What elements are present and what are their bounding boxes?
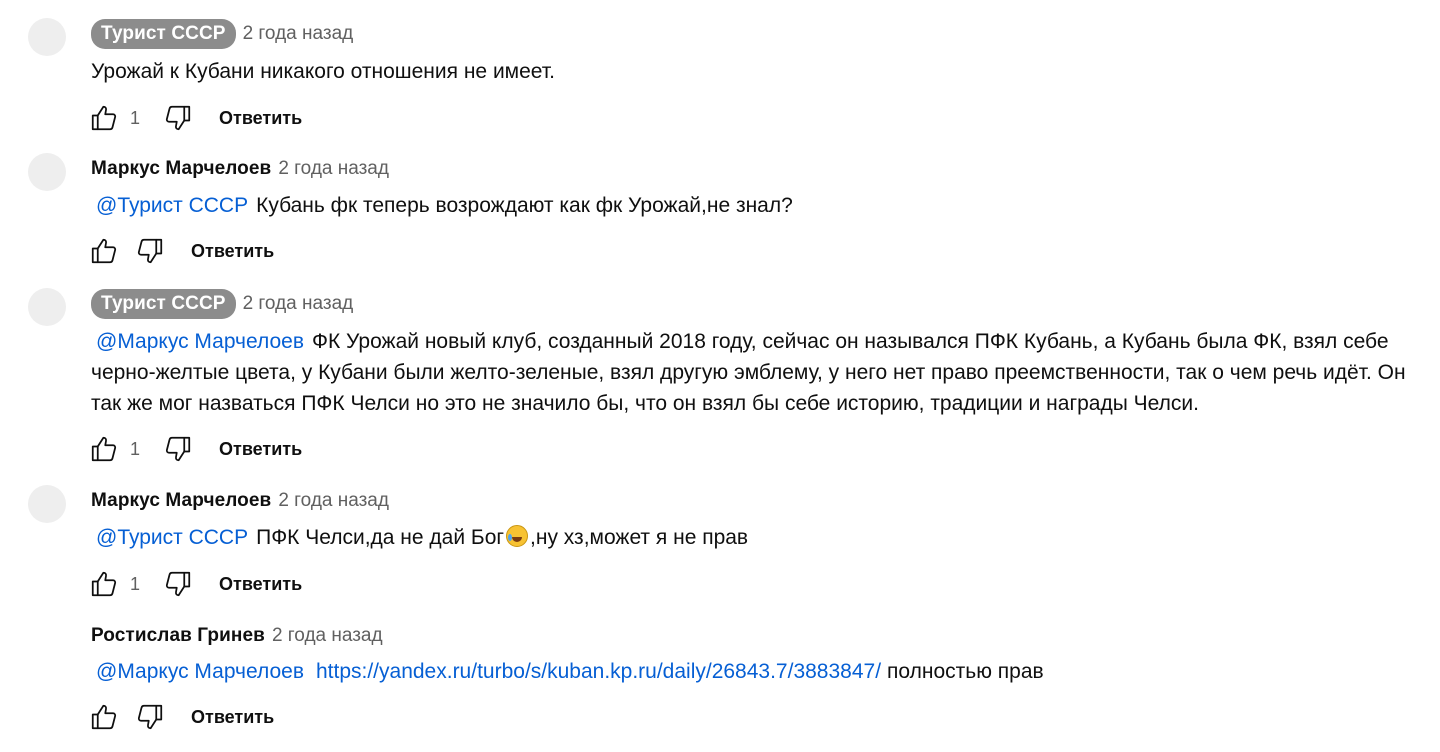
comment-header: Турист СССР 2 года назад	[91, 288, 353, 320]
comment-header: Маркус Марчелоев 2 года назад	[91, 485, 389, 517]
author-badge[interactable]: Турист СССР	[91, 289, 236, 319]
comment-time[interactable]: 2 года назад	[243, 293, 354, 315]
thumb-up-icon	[91, 105, 117, 131]
thumb-down-icon	[165, 436, 191, 462]
comment-text: @Турист СССР ПФК Челси,да не дай Бог ,ну х…	[91, 522, 1431, 553]
dislike-button[interactable]	[162, 568, 194, 600]
avatar[interactable]	[28, 288, 66, 326]
dislike-button[interactable]	[162, 102, 194, 134]
comment-header: Ростислав Гринев 2 года назад	[91, 620, 383, 652]
thumb-up-icon	[91, 238, 117, 264]
author-name[interactable]: Ростислав Гринев	[91, 625, 265, 647]
dislike-button[interactable]	[134, 235, 166, 267]
thumb-down-icon	[137, 238, 163, 264]
url-link[interactable]: https://yandex.ru/turbo/s/kuban.kp.ru/da…	[316, 660, 881, 683]
thumb-up-icon	[91, 436, 117, 462]
author-name[interactable]: Маркус Марчелоев	[91, 158, 271, 180]
comment-actions: 1 Ответить	[88, 566, 302, 602]
comment-body-end: ,ну хз,может я не прав	[530, 526, 749, 549]
thumb-up-icon	[91, 571, 117, 597]
avatar[interactable]	[28, 18, 66, 56]
comment-body: Кубань фк теперь возрождают как фк Урожа…	[256, 194, 793, 217]
like-button[interactable]	[88, 568, 120, 600]
mention-link[interactable]: @Турист СССР	[96, 526, 248, 549]
comment-actions: Ответить	[88, 233, 274, 269]
reply-button[interactable]: Ответить	[191, 707, 274, 728]
comment-time[interactable]: 2 года назад	[278, 158, 389, 180]
thumb-down-icon	[137, 704, 163, 730]
like-button[interactable]	[88, 433, 120, 465]
comment-header: Турист СССР 2 года назад	[91, 18, 353, 50]
comment-actions: 1 Ответить	[88, 431, 302, 467]
comment-text: @Маркус Марчелоев ФК Урожай новый клуб, с…	[91, 326, 1431, 419]
tears-of-joy-emoji-icon	[506, 525, 529, 547]
reply-button[interactable]: Ответить	[191, 241, 274, 262]
comment-body-start: ПФК Челси,да не дай Бог	[256, 526, 505, 549]
reply-button[interactable]: Ответить	[219, 108, 302, 129]
mention-link[interactable]: @Маркус Марчелоев	[96, 330, 304, 353]
dislike-button[interactable]	[162, 433, 194, 465]
comment-time[interactable]: 2 года назад	[243, 23, 354, 45]
dislike-button[interactable]	[134, 701, 166, 733]
like-count: 1	[130, 438, 141, 459]
reply-button[interactable]: Ответить	[219, 439, 302, 460]
comment-actions: Ответить	[88, 699, 274, 735]
like-count: 1	[130, 107, 141, 128]
author-badge[interactable]: Турист СССР	[91, 19, 236, 49]
avatar[interactable]	[28, 153, 66, 191]
thumb-up-icon	[91, 704, 117, 730]
comment-text: @Турист СССР Кубань фк теперь возрождают …	[91, 190, 1431, 221]
comment-time[interactable]: 2 года назад	[272, 625, 383, 647]
comment-body: Урожай к Кубани никакого отношения не им…	[91, 60, 555, 83]
comment-header: Маркус Марчелоев 2 года назад	[91, 153, 389, 185]
thumb-down-icon	[165, 105, 191, 131]
like-button[interactable]	[88, 102, 120, 134]
comment-thread: Турист СССР 2 года назад Урожай к Кубани…	[0, 0, 1440, 752]
mention-link[interactable]: @Турист СССР	[96, 194, 248, 217]
like-button[interactable]	[88, 701, 120, 733]
comment-body: полностью прав	[887, 660, 1044, 683]
comment-text: Урожай к Кубани никакого отношения не им…	[91, 56, 1431, 87]
comment-text: @Маркус Марчелоев https://yandex.ru/turbo…	[91, 656, 1431, 687]
comment-actions: 1 Ответить	[88, 100, 302, 136]
comment-time[interactable]: 2 года назад	[278, 490, 389, 512]
like-count: 1	[130, 573, 141, 594]
thumb-down-icon	[165, 571, 191, 597]
author-name[interactable]: Маркус Марчелоев	[91, 490, 271, 512]
avatar[interactable]	[28, 485, 66, 523]
mention-link[interactable]: @Маркус Марчелоев	[96, 660, 304, 683]
reply-button[interactable]: Ответить	[219, 574, 302, 595]
like-button[interactable]	[88, 235, 120, 267]
